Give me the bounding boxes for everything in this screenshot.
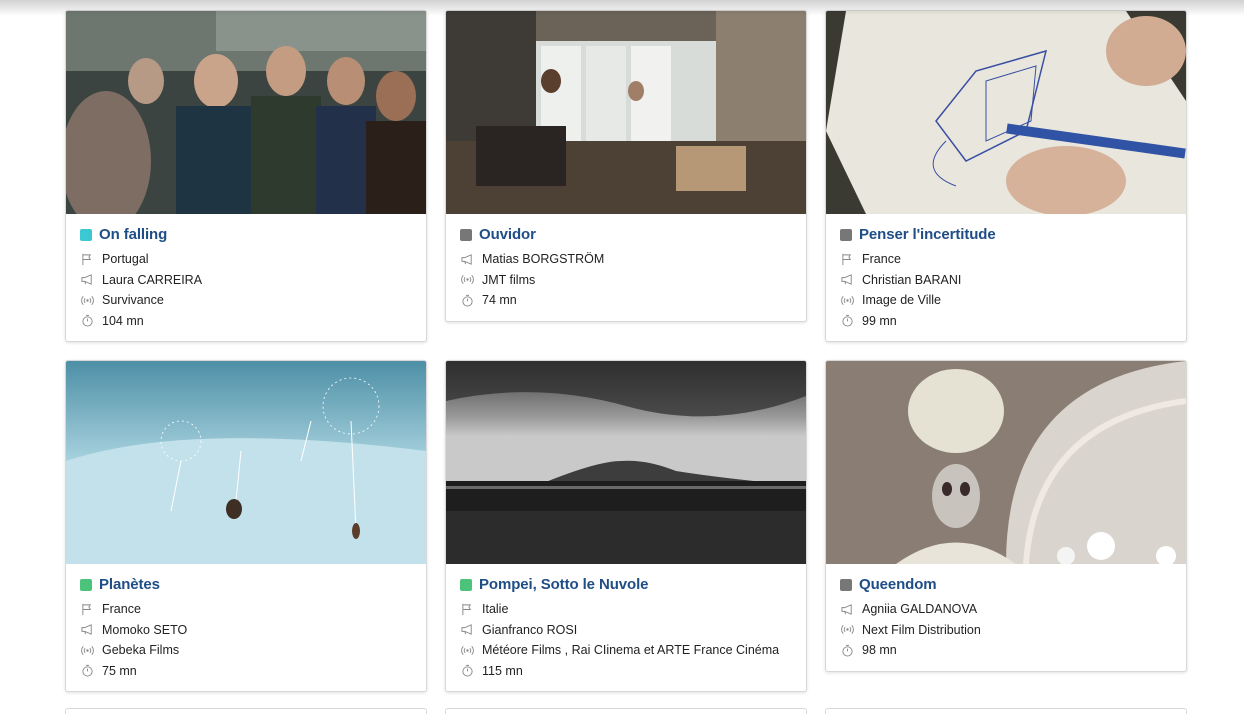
- country-row: France: [840, 249, 1172, 270]
- film-title-link[interactable]: Ouvidor: [479, 226, 536, 243]
- category-color-square: [460, 578, 472, 591]
- duration-label: 74 mn: [482, 293, 517, 308]
- director-row: Gianfranco ROSI: [460, 620, 792, 641]
- duration-label: 99 mn: [862, 313, 897, 328]
- megaphone-icon: [80, 273, 94, 287]
- country-label: Portugal: [102, 252, 149, 267]
- director-row: Matias BORGSTRÖM: [460, 249, 792, 270]
- category-color-square: [840, 578, 852, 591]
- film-card[interactable]: Queendom Agniia GALDANOVA Next Film Dist…: [825, 360, 1187, 672]
- director-label: Momoko SETO: [102, 622, 188, 637]
- film-still-image[interactable]: [446, 11, 806, 214]
- director-row: Laura CARREIRA: [80, 270, 412, 291]
- film-still-image[interactable]: [826, 11, 1186, 214]
- distributor-label: Météore Films , Rai CIinema et ARTE Fran…: [482, 643, 780, 658]
- film-card[interactable]: Planètes France Momoko SETO Gebeka Films…: [65, 360, 427, 692]
- distributor-row: Météore Films , Rai CIinema et ARTE Fran…: [460, 640, 792, 661]
- broadcast-icon: [80, 643, 94, 657]
- duration-row: 99 mn: [840, 311, 1172, 332]
- film-still-image[interactable]: [826, 361, 1186, 564]
- film-card[interactable]: Ouvidor Matias BORGSTRÖM JMT films 74 mn: [445, 10, 807, 322]
- flag-icon: [460, 602, 474, 616]
- duration-row: 104 mn: [80, 311, 412, 332]
- country-label: Italie: [482, 602, 509, 617]
- film-card-next-row[interactable]: [65, 708, 427, 714]
- broadcast-icon: [840, 293, 854, 307]
- director-row: Momoko SETO: [80, 620, 412, 641]
- film-still-image[interactable]: [66, 361, 426, 564]
- film-title-link[interactable]: On falling: [99, 226, 167, 243]
- country-row: Italie: [460, 599, 792, 620]
- megaphone-icon: [80, 623, 94, 637]
- film-card[interactable]: Pompei, Sotto le Nuvole Italie Gianfranc…: [445, 360, 807, 692]
- stopwatch-icon: [460, 293, 474, 307]
- duration-label: 115 mn: [482, 663, 523, 678]
- duration-row: 74 mn: [460, 290, 792, 311]
- distributor-label: Survivance: [102, 293, 164, 308]
- broadcast-icon: [460, 273, 474, 287]
- category-color-square: [80, 228, 92, 241]
- distributor-row: Next Film Distribution: [840, 620, 1172, 641]
- country-label: France: [862, 252, 901, 267]
- film-still-image[interactable]: [66, 11, 426, 214]
- director-label: Laura CARREIRA: [102, 272, 203, 287]
- film-title-link[interactable]: Planètes: [99, 576, 160, 593]
- distributor-label: Image de Ville: [862, 293, 941, 308]
- film-title-link[interactable]: Penser l'incertitude: [859, 226, 996, 243]
- director-label: Matias BORGSTRÖM: [482, 252, 605, 267]
- distributor-label: JMT films: [482, 272, 536, 287]
- broadcast-icon: [460, 643, 474, 657]
- duration-label: 75 mn: [102, 663, 137, 678]
- broadcast-icon: [840, 623, 854, 637]
- director-label: Gianfranco ROSI: [482, 622, 578, 637]
- country-label: France: [102, 602, 141, 617]
- duration-row: 115 mn: [460, 661, 792, 682]
- film-card-next-row[interactable]: [825, 708, 1187, 714]
- film-card-next-row[interactable]: [445, 708, 807, 714]
- director-row: Christian BARANI: [840, 270, 1172, 291]
- flag-icon: [80, 602, 94, 616]
- film-title-link[interactable]: Queendom: [859, 576, 937, 593]
- distributor-row: Gebeka Films: [80, 640, 412, 661]
- duration-label: 104 mn: [102, 313, 144, 328]
- flag-icon: [840, 252, 854, 266]
- film-title-link[interactable]: Pompei, Sotto le Nuvole: [479, 576, 648, 593]
- country-row: France: [80, 599, 412, 620]
- director-row: Agniia GALDANOVA: [840, 599, 1172, 620]
- distributor-label: Gebeka Films: [102, 643, 180, 658]
- megaphone-icon: [460, 252, 474, 266]
- flag-icon: [80, 252, 94, 266]
- film-grid: On falling Portugal Laura CARREIRA Survi…: [65, 10, 1187, 692]
- category-color-square: [840, 228, 852, 241]
- country-row: Portugal: [80, 249, 412, 270]
- category-color-square: [460, 228, 472, 241]
- stopwatch-icon: [840, 314, 854, 328]
- duration-label: 98 mn: [862, 643, 897, 658]
- stopwatch-icon: [840, 643, 854, 657]
- distributor-row: JMT films: [460, 270, 792, 291]
- film-card[interactable]: Penser l'incertitude France Christian BA…: [825, 10, 1187, 342]
- stopwatch-icon: [80, 664, 94, 678]
- film-card[interactable]: On falling Portugal Laura CARREIRA Survi…: [65, 10, 427, 342]
- stopwatch-icon: [460, 664, 474, 678]
- distributor-row: Survivance: [80, 290, 412, 311]
- director-label: Christian BARANI: [862, 272, 962, 287]
- megaphone-icon: [840, 273, 854, 287]
- film-still-image[interactable]: [446, 361, 806, 564]
- megaphone-icon: [460, 623, 474, 637]
- duration-row: 75 mn: [80, 661, 412, 682]
- distributor-label: Next Film Distribution: [862, 622, 981, 637]
- broadcast-icon: [80, 293, 94, 307]
- director-label: Agniia GALDANOVA: [862, 602, 978, 617]
- megaphone-icon: [840, 602, 854, 616]
- category-color-square: [80, 578, 92, 591]
- stopwatch-icon: [80, 314, 94, 328]
- duration-row: 98 mn: [840, 640, 1172, 661]
- distributor-row: Image de Ville: [840, 290, 1172, 311]
